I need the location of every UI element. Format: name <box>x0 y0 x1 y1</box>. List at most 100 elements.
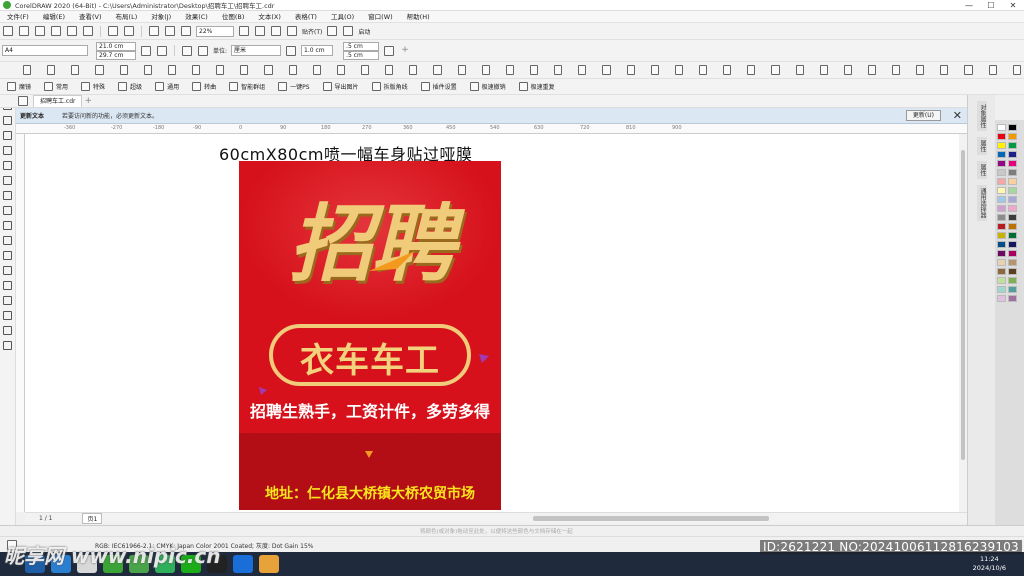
color-swatch[interactable] <box>997 268 1006 275</box>
color-swatch[interactable] <box>1008 169 1017 176</box>
color-swatch[interactable] <box>997 277 1006 284</box>
transparency-tool-icon[interactable] <box>3 296 12 305</box>
plugin-icon[interactable] <box>336 65 345 75</box>
color-swatch[interactable] <box>997 259 1006 266</box>
plugin-icon[interactable] <box>481 65 490 75</box>
system-clock[interactable]: 11:24 2024/10/6 <box>973 555 1006 573</box>
plugin-common-button[interactable]: 常用 <box>41 82 68 91</box>
grid-icon[interactable] <box>271 26 281 36</box>
plugin-icon[interactable] <box>867 65 877 75</box>
horizontal-ruler[interactable]: -360 -270 -180 -90 0 90 180 270 360 450 … <box>16 124 967 134</box>
plugin-icon[interactable] <box>795 65 804 75</box>
color-swatch[interactable] <box>1008 259 1017 266</box>
color-swatch[interactable] <box>997 205 1006 212</box>
plugin-icon[interactable] <box>143 65 152 75</box>
menu-help[interactable]: 帮助(H) <box>400 11 437 23</box>
color-swatch[interactable] <box>1008 232 1017 239</box>
plugin-one-key-ps-button[interactable]: 一键PS <box>275 82 310 91</box>
plugin-icon[interactable] <box>264 65 273 75</box>
page-width-field[interactable]: 21.0 cm <box>96 41 136 51</box>
color-swatch[interactable] <box>997 142 1006 149</box>
document-tab[interactable]: 招聘车工.cdr <box>33 95 83 107</box>
update-text-button[interactable]: 更新(U) <box>905 110 941 121</box>
upload-icon[interactable] <box>67 26 77 36</box>
redo-icon[interactable] <box>124 26 134 36</box>
color-swatch[interactable] <box>997 250 1006 257</box>
maximize-button[interactable]: ☐ <box>980 0 1002 11</box>
docker-tab-properties[interactable]: 属性 <box>977 137 987 155</box>
color-swatch[interactable] <box>1008 295 1017 302</box>
menu-file[interactable]: 文件(F) <box>0 11 36 23</box>
plugin-icon[interactable] <box>240 65 249 75</box>
folder-app-icon[interactable] <box>259 555 279 573</box>
export-icon[interactable] <box>165 26 175 36</box>
guidelines-icon[interactable] <box>287 26 297 36</box>
zoom-level-field[interactable]: 22% <box>196 25 234 37</box>
plugin-icon[interactable] <box>23 65 32 75</box>
plugin-super-button[interactable]: 超级 <box>115 82 142 91</box>
plugin-special-button[interactable]: 特殊 <box>78 82 105 91</box>
color-swatch[interactable] <box>1008 142 1017 149</box>
page-size-select[interactable]: A4 <box>2 45 88 56</box>
menu-window[interactable]: 窗口(W) <box>361 11 400 23</box>
color-swatch[interactable] <box>997 124 1006 131</box>
horizontal-scrollbar-thumb[interactable] <box>533 516 769 521</box>
plugin-icon[interactable] <box>674 65 683 75</box>
color-swatch[interactable] <box>1008 133 1017 140</box>
add-tool-icon[interactable] <box>3 341 12 350</box>
all-pages-icon[interactable] <box>182 45 192 56</box>
color-swatch[interactable] <box>1008 187 1017 194</box>
units-select[interactable]: 厘米 <box>231 45 282 56</box>
plugin-icon[interactable] <box>698 65 708 75</box>
color-swatch[interactable] <box>1008 250 1017 257</box>
plugin-icon[interactable] <box>312 65 321 75</box>
shape-tool-icon[interactable] <box>3 116 12 125</box>
color-swatch[interactable] <box>997 151 1006 158</box>
color-swatch[interactable] <box>1008 205 1017 212</box>
plugin-icon[interactable] <box>409 65 418 75</box>
color-swatch[interactable] <box>997 223 1006 230</box>
minimize-button[interactable]: — <box>958 0 980 11</box>
ellipse-tool-icon[interactable] <box>3 206 12 215</box>
plugin-smart-group-button[interactable]: 智能群组 <box>226 82 265 91</box>
plugin-icon[interactable] <box>216 65 225 75</box>
recruitment-poster[interactable]: 招聘 衣车车工 招聘生熟手，工资计件，多劳多得 地址：仁化县大桥镇大桥农贸市场 <box>239 161 501 510</box>
color-swatch[interactable] <box>997 196 1006 203</box>
plugin-icon[interactable] <box>626 65 635 75</box>
menu-text[interactable]: 文本(X) <box>251 11 288 23</box>
plugin-icon[interactable] <box>119 65 128 75</box>
plugin-icon[interactable] <box>95 65 104 75</box>
plugin-mojing-button[interactable]: 魔镜 <box>4 82 31 91</box>
page-height-field[interactable]: 29.7 cm <box>96 50 136 60</box>
plugin-export-image-button[interactable]: 导出图片 <box>320 82 359 91</box>
docker-tab-properties-2[interactable]: 属性 <box>977 161 987 179</box>
home-icon[interactable] <box>18 96 28 106</box>
save-icon[interactable] <box>35 26 45 36</box>
page-frame-icon[interactable] <box>384 45 395 56</box>
current-page-icon[interactable] <box>198 45 208 56</box>
zoom-tool-icon[interactable] <box>3 146 12 155</box>
menu-bitmaps[interactable]: 位图(B) <box>215 11 252 23</box>
launch-icon[interactable] <box>343 26 354 36</box>
color-swatch[interactable] <box>997 286 1006 293</box>
plugin-icon[interactable] <box>650 65 659 75</box>
plugin-icon[interactable] <box>602 65 611 75</box>
color-swatch[interactable] <box>1008 214 1017 221</box>
plugin-icon[interactable] <box>71 65 80 75</box>
color-swatch[interactable] <box>1008 196 1017 203</box>
plugin-icon[interactable] <box>360 65 370 75</box>
color-swatch[interactable] <box>997 187 1006 194</box>
color-swatch[interactable] <box>1008 286 1017 293</box>
duplicate-y-field[interactable]: .5 cm <box>343 50 380 60</box>
color-swatch[interactable] <box>1008 160 1017 167</box>
plugin-icon[interactable] <box>288 65 297 75</box>
plugin-icon[interactable] <box>892 65 901 75</box>
crop-tool-icon[interactable] <box>3 131 12 140</box>
color-swatch[interactable] <box>1008 277 1017 284</box>
text-tool-icon[interactable] <box>3 236 12 245</box>
portrait-icon[interactable] <box>141 45 151 56</box>
color-eyedropper-tool-icon[interactable] <box>3 311 12 320</box>
color-swatch[interactable] <box>1008 268 1017 275</box>
color-swatch[interactable] <box>997 295 1006 302</box>
plugin-general-button[interactable]: 通用 <box>152 82 179 91</box>
